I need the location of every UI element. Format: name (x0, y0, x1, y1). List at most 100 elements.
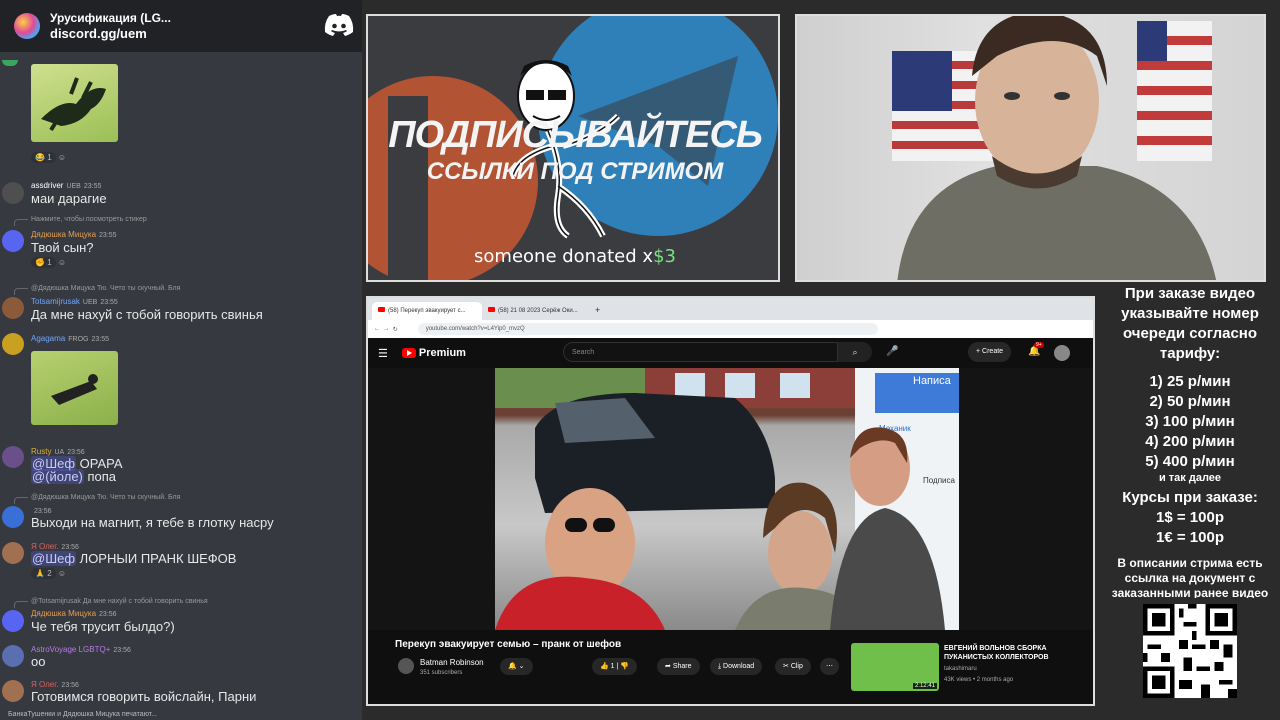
address-bar: ← → ↻ youtube.com/watch?v=L4Yip0_mvzQ (368, 320, 1093, 338)
author-name[interactable]: Я Олег. (31, 542, 58, 551)
author-name[interactable]: Дядюшка Мицука (31, 609, 96, 618)
reaction[interactable]: 🙏 2 ☺ (31, 568, 66, 579)
browser-window: (58) Перекуп эвакуирует с... (58) 21 08 … (366, 296, 1095, 706)
back-icon[interactable]: ← (374, 326, 380, 332)
video-duration: 2:12:41 (912, 683, 937, 689)
timestamp: 23:56 (34, 508, 52, 515)
account-avatar[interactable] (1054, 345, 1070, 361)
avatar (2, 333, 24, 355)
invite-link[interactable]: discord.gg/uem (50, 26, 171, 42)
reaction[interactable]: ✊ 1 ☺ (31, 257, 66, 268)
reply-preview[interactable]: @Дядюшка Мицука Тю. Чето ты скучный. Бля (31, 285, 180, 292)
discord-logo-icon (324, 14, 354, 36)
webcam-image (892, 16, 1217, 280)
sticker-image[interactable] (31, 351, 118, 425)
bell-icon[interactable]: 🔔 9+ (1028, 342, 1044, 357)
description-note: В описании стрима есть ссылка на докумен… (1111, 556, 1269, 598)
avatar (2, 610, 24, 632)
mention[interactable]: @(йоле) (31, 469, 84, 484)
reply-preview[interactable]: Нажмите, чтобы посмотреть стикер (31, 216, 147, 223)
avatar (2, 542, 24, 564)
author-name[interactable]: Дядюшка Мицука (31, 230, 96, 239)
chat-message: @Дядюшка Мицука Тю. Чето ты скучный. Бля… (0, 283, 362, 328)
notification-badge: 9+ (1034, 342, 1044, 348)
recommended-channel[interactable]: takashimaru (944, 666, 977, 672)
tariff-list: 1) 25 р/мин 2) 50 р/мин 3) 100 р/мин 4) … (1100, 372, 1280, 472)
youtube-logo[interactable]: Premium (401, 347, 466, 359)
microphone-icon[interactable]: 🎤 (886, 346, 898, 357)
rate-usd: 1$ = 100р (1156, 509, 1224, 526)
channel-name[interactable]: Batman Robinson (420, 658, 484, 667)
video-player[interactable]: Написа Механик Подписа (368, 368, 1093, 630)
channel-avatar[interactable] (398, 658, 414, 674)
reload-icon[interactable]: ↻ (393, 326, 398, 333)
url-field[interactable]: youtube.com/watch?v=L4Yip0_mvzQ (417, 323, 878, 335)
recommended-meta: 43K views • 2 months ago (944, 677, 1014, 683)
chat-message: Я Олег. 23:56 Готовимся говорить войслайн… (0, 678, 362, 706)
avatar (2, 506, 24, 528)
role-tag: UEB (66, 183, 81, 190)
author-name[interactable]: Totsamijrusak (31, 297, 80, 306)
like-button[interactable]: 👍 1 | 👎 (592, 658, 638, 675)
author-name[interactable]: assdriver (31, 181, 63, 190)
search-icon[interactable]: ⌕ (838, 342, 872, 362)
role-tag: FROG (68, 336, 89, 343)
clip-button[interactable]: ✂ Clip (775, 658, 811, 675)
recommended-title[interactable]: ЕВГЕНИЙ ВОЛЬНОВ СБОРКА ПУКАНИСТЫХ КОЛЛЕК… (944, 644, 1064, 662)
timestamp: 23:56 (61, 544, 79, 551)
donation-alert: someone donated x$3 (474, 246, 676, 267)
avatar (2, 645, 24, 667)
create-button[interactable]: + Create (968, 342, 1012, 362)
chat-message: AstroVoyage LGBTQ+ 23:56 оо (0, 643, 362, 673)
video-title: Перекуп эвакуирует семью – пранк от шефо… (395, 639, 622, 650)
avatar (2, 60, 18, 66)
webcam-feed (795, 14, 1266, 282)
qr-code-icon (1143, 604, 1237, 698)
message-text: Готовимся говорить войслайн, Парни (31, 689, 257, 704)
rate-eur: 1€ = 100р (1156, 529, 1224, 546)
timestamp: 23:56 (67, 449, 85, 456)
avatar (2, 297, 24, 319)
author-name[interactable]: Я Олег. (31, 680, 58, 689)
forward-icon[interactable]: → (383, 326, 389, 332)
chat-message: 😂 1 ☺ (0, 52, 362, 172)
youtube-header: ☰ Premium Search ⌕ 🎤 + Create 🔔 9+ (368, 338, 1093, 368)
subscribe-bell-button[interactable]: 🔔 ⌄ (500, 658, 533, 675)
chat-message: Я Олег. 23:56 @Шеф ЛОРНЫИ ПРАНК ШЕФОВ 🙏 2… (0, 540, 362, 585)
youtube-favicon-icon (378, 307, 385, 312)
promo-banner: ПОДПИСЫВАЙТЕСЬ ССЫЛКИ ПОД СТРИМОМ someon… (366, 14, 780, 282)
role-tag: UEB (82, 299, 98, 306)
subscriber-count: 351 subscribers (420, 670, 463, 676)
timestamp: 23:55 (91, 336, 110, 343)
message-text: маи дарагие (31, 191, 107, 206)
discord-chat-panel: Урусификация (LG... discord.gg/uem 😂 1 ☺… (0, 0, 362, 720)
more-actions-icon[interactable]: ⋯ (820, 658, 839, 675)
sticker-image[interactable] (31, 64, 118, 142)
timestamp: 23:55 (100, 299, 118, 306)
timestamp: 23:56 (61, 682, 79, 689)
server-name: Урусификация (LG... (50, 11, 171, 25)
reply-preview[interactable]: @Дядюшка Мицука Тю. Чето ты скучный. Бля (31, 494, 180, 501)
tariff-etc: и так далее (1158, 472, 1222, 484)
server-icon (14, 13, 40, 39)
chat-message: @Totsamijrusak Да мне нахуй с тобой гово… (0, 596, 362, 636)
browser-tab[interactable]: (58) 21 08 2023 Серёж Оки... (482, 302, 592, 320)
avatar (2, 230, 24, 252)
author-name[interactable]: Rusty (31, 447, 51, 456)
reaction[interactable]: 😂 1 ☺ (31, 152, 66, 163)
tab-bar: (58) Перекуп эвакуирует с... (58) 21 08 … (368, 298, 1093, 320)
share-button[interactable]: ➦ Share (657, 658, 700, 675)
mention[interactable]: @Шеф (31, 551, 77, 566)
tariff-item: 4) 200 р/мин (1145, 433, 1235, 450)
browser-tab[interactable]: (58) Перекуп эвакуирует с... (372, 302, 482, 320)
promo-subtitle: ССЫЛКИ ПОД СТРИМОМ (426, 158, 724, 185)
chat-message: Agagama FROG 23:55 (0, 331, 362, 431)
new-tab-button[interactable]: + (592, 302, 608, 320)
menu-icon[interactable]: ☰ (378, 347, 388, 360)
author-name[interactable]: AstroVoyage LGBTQ+ (31, 645, 110, 654)
search-input[interactable]: Search (563, 342, 838, 362)
recommended-thumbnail[interactable]: 2:12:41 (851, 643, 939, 691)
download-button[interactable]: ⤓ Download (710, 658, 763, 675)
reply-preview[interactable]: @Totsamijrusak Да мне нахуй с тобой гово… (31, 598, 208, 605)
author-name[interactable]: Agagama (31, 334, 65, 343)
